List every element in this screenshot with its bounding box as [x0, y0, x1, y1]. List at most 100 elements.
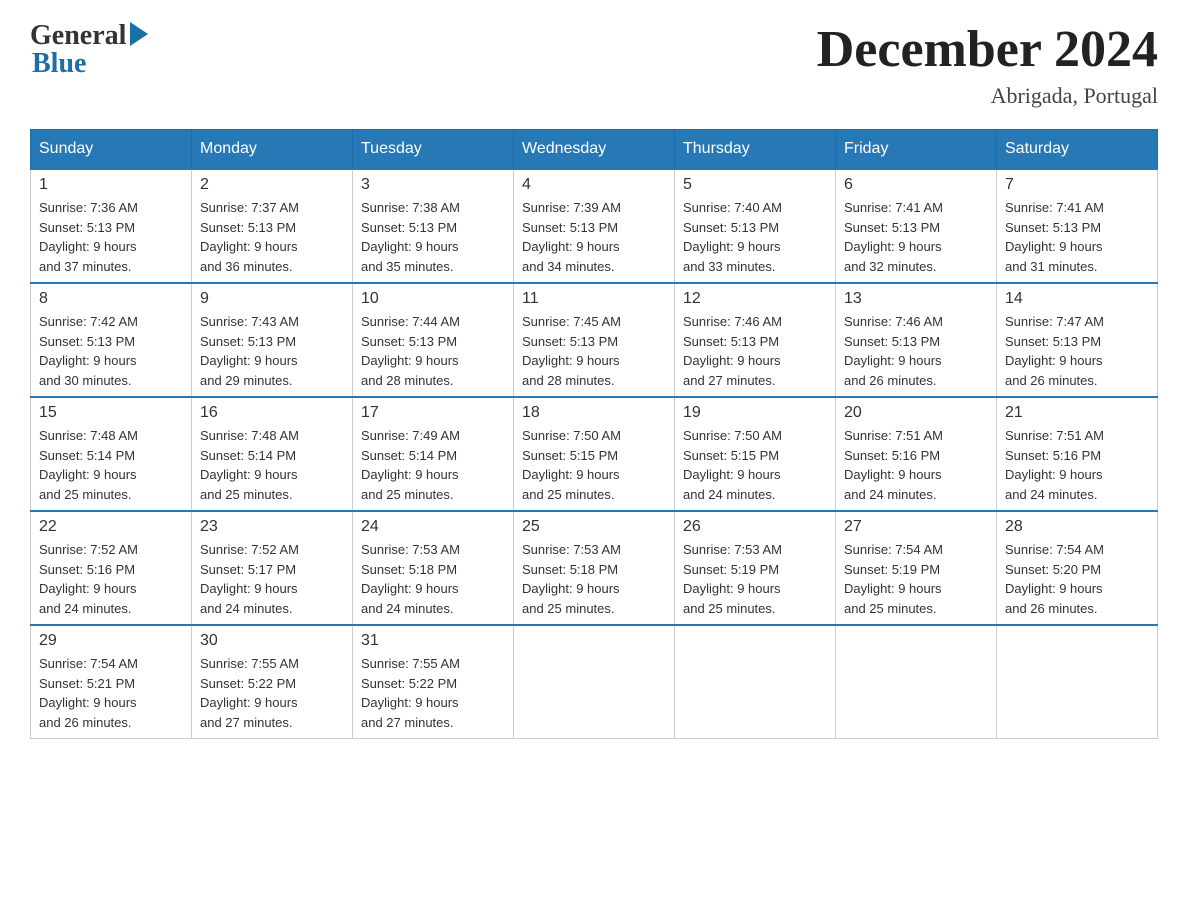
day-cell-7: 7 Sunrise: 7:41 AMSunset: 5:13 PMDaylight… — [997, 169, 1158, 283]
day-number: 20 — [844, 404, 988, 422]
day-cell-24: 24Sunrise: 7:53 AMSunset: 5:18 PMDayligh… — [353, 511, 514, 625]
empty-cell — [836, 625, 997, 739]
day-cell-5: 5 Sunrise: 7:40 AMSunset: 5:13 PMDaylight… — [675, 169, 836, 283]
day-cell-23: 23Sunrise: 7:52 AMSunset: 5:17 PMDayligh… — [192, 511, 353, 625]
day-cell-19: 19Sunrise: 7:50 AMSunset: 5:15 PMDayligh… — [675, 397, 836, 511]
day-cell-31: 31 Sunrise: 7:55 AMSunset: 5:22 PMDayligh… — [353, 625, 514, 739]
day-cell-20: 20 Sunrise: 7:51 AMSunset: 5:16 PMDayligh… — [836, 397, 997, 511]
day-info: Sunrise: 7:53 AMSunset: 5:18 PMDaylight:… — [522, 540, 666, 618]
day-cell-12: 12 Sunrise: 7:46 AMSunset: 5:13 PMDayligh… — [675, 283, 836, 397]
day-info: Sunrise: 7:48 AMSunset: 5:14 PMDaylight:… — [39, 426, 183, 504]
day-number: 29 — [39, 632, 183, 650]
day-number: 7 — [1005, 176, 1149, 194]
day-cell-2: 2 Sunrise: 7:37 AMSunset: 5:13 PMDaylight… — [192, 169, 353, 283]
logo-blue-text: Blue — [32, 48, 86, 80]
day-cell-11: 11 Sunrise: 7:45 AMSunset: 5:13 PMDayligh… — [514, 283, 675, 397]
day-info: Sunrise: 7:41 AMSunset: 5:13 PMDaylight:… — [1005, 198, 1149, 276]
empty-cell — [514, 625, 675, 739]
day-info: Sunrise: 7:38 AMSunset: 5:13 PMDaylight:… — [361, 198, 505, 276]
day-info: Sunrise: 7:47 AMSunset: 5:13 PMDaylight:… — [1005, 312, 1149, 390]
column-header-wednesday: Wednesday — [514, 130, 675, 170]
column-header-monday: Monday — [192, 130, 353, 170]
day-cell-8: 8 Sunrise: 7:42 AMSunset: 5:13 PMDaylight… — [31, 283, 192, 397]
week-row-2: 8 Sunrise: 7:42 AMSunset: 5:13 PMDaylight… — [31, 283, 1158, 397]
week-row-3: 15 Sunrise: 7:48 AMSunset: 5:14 PMDayligh… — [31, 397, 1158, 511]
day-info: Sunrise: 7:53 AMSunset: 5:18 PMDaylight:… — [361, 540, 505, 618]
week-row-4: 22 Sunrise: 7:52 AMSunset: 5:16 PMDayligh… — [31, 511, 1158, 625]
day-cell-15: 15 Sunrise: 7:48 AMSunset: 5:14 PMDayligh… — [31, 397, 192, 511]
day-number: 4 — [522, 176, 666, 194]
day-number: 27 — [844, 518, 988, 536]
day-info: Sunrise: 7:54 AMSunset: 5:21 PMDaylight:… — [39, 654, 183, 732]
day-info: Sunrise: 7:49 AMSunset: 5:14 PMDaylight:… — [361, 426, 505, 504]
day-cell-3: 3 Sunrise: 7:38 AMSunset: 5:13 PMDaylight… — [353, 169, 514, 283]
day-number: 19 — [683, 404, 827, 422]
day-number: 16 — [200, 404, 344, 422]
header-row: SundayMondayTuesdayWednesdayThursdayFrid… — [31, 130, 1158, 170]
day-info: Sunrise: 7:50 AMSunset: 5:15 PMDaylight:… — [522, 426, 666, 504]
day-cell-14: 14 Sunrise: 7:47 AMSunset: 5:13 PMDayligh… — [997, 283, 1158, 397]
day-info: Sunrise: 7:40 AMSunset: 5:13 PMDaylight:… — [683, 198, 827, 276]
day-number: 13 — [844, 290, 988, 308]
day-info: Sunrise: 7:44 AMSunset: 5:13 PMDaylight:… — [361, 312, 505, 390]
day-info: Sunrise: 7:41 AMSunset: 5:13 PMDaylight:… — [844, 198, 988, 276]
column-header-sunday: Sunday — [31, 130, 192, 170]
page-header: General Blue December 2024 Abrigada, Por… — [30, 20, 1158, 109]
day-info: Sunrise: 7:51 AMSunset: 5:16 PMDaylight:… — [844, 426, 988, 504]
day-info: Sunrise: 7:46 AMSunset: 5:13 PMDaylight:… — [683, 312, 827, 390]
day-number: 25 — [522, 518, 666, 536]
day-info: Sunrise: 7:43 AMSunset: 5:13 PMDaylight:… — [200, 312, 344, 390]
column-header-tuesday: Tuesday — [353, 130, 514, 170]
day-number: 10 — [361, 290, 505, 308]
day-cell-30: 30 Sunrise: 7:55 AMSunset: 5:22 PMDayligh… — [192, 625, 353, 739]
day-number: 3 — [361, 176, 505, 194]
day-info: Sunrise: 7:54 AMSunset: 5:19 PMDaylight:… — [844, 540, 988, 618]
day-info: Sunrise: 7:52 AMSunset: 5:16 PMDaylight:… — [39, 540, 183, 618]
logo: General Blue — [30, 20, 148, 80]
day-number: 15 — [39, 404, 183, 422]
day-info: Sunrise: 7:46 AMSunset: 5:13 PMDaylight:… — [844, 312, 988, 390]
column-header-friday: Friday — [836, 130, 997, 170]
day-info: Sunrise: 7:52 AMSunset: 5:17 PMDaylight:… — [200, 540, 344, 618]
day-number: 9 — [200, 290, 344, 308]
day-info: Sunrise: 7:45 AMSunset: 5:13 PMDaylight:… — [522, 312, 666, 390]
day-number: 6 — [844, 176, 988, 194]
day-cell-16: 16Sunrise: 7:48 AMSunset: 5:14 PMDayligh… — [192, 397, 353, 511]
day-number: 5 — [683, 176, 827, 194]
empty-cell — [675, 625, 836, 739]
day-number: 2 — [200, 176, 344, 194]
logo-arrow-icon — [130, 22, 148, 46]
title-area: December 2024 Abrigada, Portugal — [817, 20, 1158, 109]
day-number: 21 — [1005, 404, 1149, 422]
day-cell-6: 6 Sunrise: 7:41 AMSunset: 5:13 PMDaylight… — [836, 169, 997, 283]
empty-cell — [997, 625, 1158, 739]
day-cell-29: 29 Sunrise: 7:54 AMSunset: 5:21 PMDayligh… — [31, 625, 192, 739]
day-number: 11 — [522, 290, 666, 308]
day-info: Sunrise: 7:51 AMSunset: 5:16 PMDaylight:… — [1005, 426, 1149, 504]
day-number: 22 — [39, 518, 183, 536]
location-title: Abrigada, Portugal — [817, 83, 1158, 109]
week-row-5: 29 Sunrise: 7:54 AMSunset: 5:21 PMDayligh… — [31, 625, 1158, 739]
day-info: Sunrise: 7:55 AMSunset: 5:22 PMDaylight:… — [200, 654, 344, 732]
column-header-thursday: Thursday — [675, 130, 836, 170]
day-number: 17 — [361, 404, 505, 422]
day-info: Sunrise: 7:55 AMSunset: 5:22 PMDaylight:… — [361, 654, 505, 732]
calendar-table: SundayMondayTuesdayWednesdayThursdayFrid… — [30, 129, 1158, 739]
day-cell-17: 17 Sunrise: 7:49 AMSunset: 5:14 PMDayligh… — [353, 397, 514, 511]
day-number: 31 — [361, 632, 505, 650]
day-number: 12 — [683, 290, 827, 308]
day-info: Sunrise: 7:42 AMSunset: 5:13 PMDaylight:… — [39, 312, 183, 390]
day-number: 8 — [39, 290, 183, 308]
day-number: 28 — [1005, 518, 1149, 536]
day-info: Sunrise: 7:37 AMSunset: 5:13 PMDaylight:… — [200, 198, 344, 276]
day-info: Sunrise: 7:54 AMSunset: 5:20 PMDaylight:… — [1005, 540, 1149, 618]
day-number: 1 — [39, 176, 183, 194]
day-cell-9: 9 Sunrise: 7:43 AMSunset: 5:13 PMDaylight… — [192, 283, 353, 397]
day-number: 14 — [1005, 290, 1149, 308]
day-cell-27: 27 Sunrise: 7:54 AMSunset: 5:19 PMDayligh… — [836, 511, 997, 625]
week-row-1: 1Sunrise: 7:36 AMSunset: 5:13 PMDaylight… — [31, 169, 1158, 283]
day-number: 26 — [683, 518, 827, 536]
day-cell-26: 26Sunrise: 7:53 AMSunset: 5:19 PMDayligh… — [675, 511, 836, 625]
day-cell-1: 1Sunrise: 7:36 AMSunset: 5:13 PMDaylight… — [31, 169, 192, 283]
day-number: 30 — [200, 632, 344, 650]
